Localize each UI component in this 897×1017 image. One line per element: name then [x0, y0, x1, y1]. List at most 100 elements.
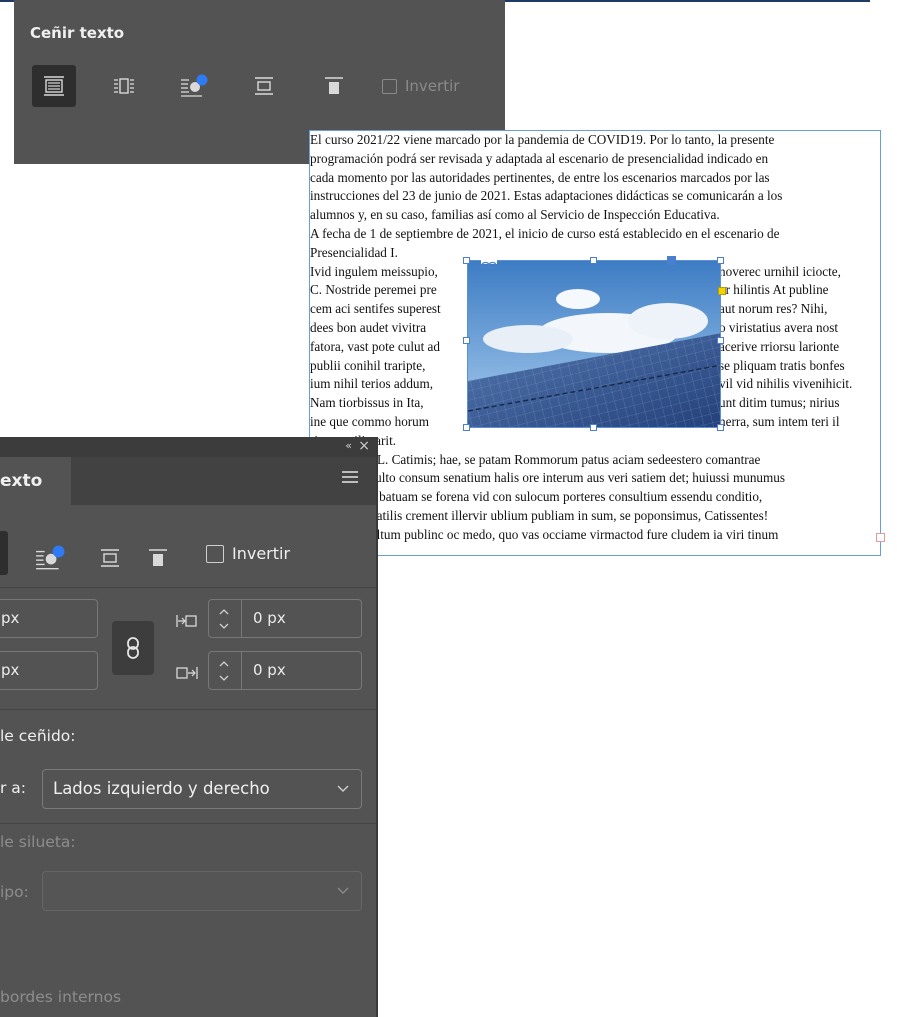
resize-handle[interactable] — [717, 337, 724, 344]
wrap-bounding-box-icon — [114, 78, 134, 94]
text-line: natilis crement illervir ublium publiam … — [370, 508, 769, 523]
panel-title: Ceñir texto — [30, 24, 125, 42]
resize-handle[interactable] — [717, 424, 724, 431]
wrap-none-icon — [44, 76, 64, 96]
tab-label: exto — [0, 471, 43, 491]
jump-to-next-column-button[interactable] — [312, 65, 356, 107]
text-wrap-panel: « × exto Invertir px px 0 px 0 px le ceñ… — [0, 437, 378, 1017]
left-offset-stepper[interactable] — [209, 600, 242, 637]
text-line: Ivid ingulem meissupio, — [310, 263, 438, 279]
invert-option[interactable]: Invertir — [382, 77, 459, 95]
text-overflow-port[interactable] — [876, 533, 885, 542]
text-line: ium nihil terios addum, — [310, 376, 434, 392]
make-all-settings-same-button[interactable] — [112, 621, 154, 675]
live-corner-handle[interactable] — [718, 287, 726, 295]
wrap-to-label: r a: — [0, 779, 27, 797]
text-line: oltum publinc oc medo, quo vas occiame v… — [370, 526, 779, 542]
jump-object-icon — [255, 77, 273, 95]
text-line: noverec urnihil iciocte, — [719, 263, 841, 279]
solar-panels-sky-image — [468, 261, 720, 427]
invert-option[interactable]: Invertir — [206, 544, 290, 563]
top-offset-value: px — [1, 609, 20, 627]
stepper-up-icon[interactable] — [219, 607, 229, 617]
text-line: vil vid nihilis vivenihicit. — [719, 376, 853, 392]
tab-text-wrap[interactable]: exto — [0, 457, 71, 505]
wrap-to-select[interactable]: Lados izquierdo y derecho — [42, 769, 362, 809]
wrap-options-row: Invertir — [32, 65, 459, 107]
panel-menu-icon[interactable] — [342, 471, 358, 486]
collapse-icon[interactable]: « — [345, 439, 352, 452]
text-line: ine que commo horum — [310, 414, 430, 429]
jump-to-next-column-icon — [149, 549, 167, 566]
text-line: Presencialidad I. — [310, 244, 398, 260]
invert-checkbox[interactable] — [206, 544, 224, 563]
placed-image-frame[interactable] — [467, 260, 721, 428]
text-line: e batuam se forena vid con sulocum porte… — [370, 489, 763, 505]
jump-object-button[interactable] — [242, 65, 286, 107]
panel-tab-bar: exto — [0, 457, 376, 505]
right-offset-stepper[interactable] — [209, 652, 242, 689]
left-offset-icon — [176, 615, 197, 627]
text-line: publii conihil traripte, — [310, 357, 426, 373]
stepper-down-icon[interactable] — [219, 673, 229, 683]
resize-handle[interactable] — [463, 424, 470, 431]
text-line: programación podrá ser revisada y adapta… — [310, 150, 769, 166]
resize-handle[interactable] — [590, 424, 597, 431]
invert-label: Invertir — [405, 77, 460, 95]
text-line: alumnos y, en su caso, familias así como… — [310, 207, 720, 223]
wrap-none-button[interactable] — [0, 531, 8, 575]
invert-label: Invertir — [232, 544, 291, 563]
wrap-to-value: Lados izquierdo y derecho — [53, 779, 270, 798]
text-line: sulto consum senatium halis ore interum … — [370, 470, 785, 486]
text-line: instrucciones del 23 de junio de 2021. E… — [310, 188, 783, 204]
wrap-object-shape-button[interactable] — [172, 65, 216, 107]
divider — [0, 587, 376, 588]
content-grabber-handle[interactable] — [667, 256, 676, 265]
chain-link-icon — [127, 637, 139, 659]
text-line: dees bon audet vivitra — [310, 320, 427, 335]
wrap-none-button[interactable] — [32, 65, 76, 107]
jump-object-icon — [101, 549, 119, 567]
resize-handle[interactable] — [463, 257, 470, 264]
invert-checkbox[interactable] — [382, 78, 397, 94]
text-line: ur hilintis At publine — [719, 282, 829, 298]
text-line: A fecha de 1 de septiembre de 2021, el i… — [310, 226, 780, 241]
text-line: nerra, sum intem teri il — [719, 414, 840, 429]
panel-title-bar: « × — [0, 437, 376, 457]
contour-type-label: ipo: — [0, 883, 29, 901]
text-line: fatora, vast pote culut ad — [310, 338, 440, 354]
jump-object-button[interactable] — [88, 537, 132, 579]
stepper-down-icon[interactable] — [219, 621, 229, 631]
top-offset-field[interactable]: px — [0, 599, 98, 638]
wrap-bounding-box-button[interactable] — [102, 65, 146, 107]
chevron-down-icon — [337, 887, 349, 894]
close-icon[interactable]: × — [358, 438, 370, 454]
wrap-options-label: le ceñido: — [0, 727, 76, 745]
left-offset-field[interactable]: 0 px — [208, 599, 362, 638]
left-offset-value: 0 px — [253, 609, 286, 627]
text-line: C. Nostride peremei pre — [310, 282, 437, 298]
jump-to-next-column-button[interactable] — [136, 537, 180, 579]
text-line: o viristatius avera nost — [719, 320, 839, 335]
bottom-offset-field[interactable]: px — [0, 651, 98, 690]
contour-type-select[interactable] — [42, 871, 362, 911]
right-offset-value: 0 px — [253, 661, 286, 679]
contour-options-label: le silueta: — [0, 833, 76, 851]
text-line: se pliquam tratis bonfes — [719, 357, 845, 373]
text-line: El curso 2021/22 viene marcado por la pa… — [310, 132, 775, 147]
resize-handle[interactable] — [590, 257, 597, 264]
resize-handle[interactable] — [463, 337, 470, 344]
wrap-object-shape-icon — [36, 545, 65, 570]
stepper-up-icon[interactable] — [219, 659, 229, 669]
text-line: cada momento por las autoridades pertine… — [310, 169, 770, 185]
wrap-object-shape-button[interactable] — [28, 537, 72, 579]
text-line: aut norum res? Nihi, — [719, 301, 828, 317]
resize-handle[interactable] — [717, 257, 724, 264]
divider — [0, 823, 376, 824]
text-line: acerive rriorsu larionte — [719, 338, 840, 354]
right-offset-icon — [176, 667, 198, 679]
right-offset-field[interactable]: 0 px — [208, 651, 362, 690]
wrap-object-shape-icon — [181, 74, 208, 97]
include-inside-edges-label: bordes internos — [0, 988, 122, 1006]
jump-to-next-column-icon — [325, 77, 343, 94]
